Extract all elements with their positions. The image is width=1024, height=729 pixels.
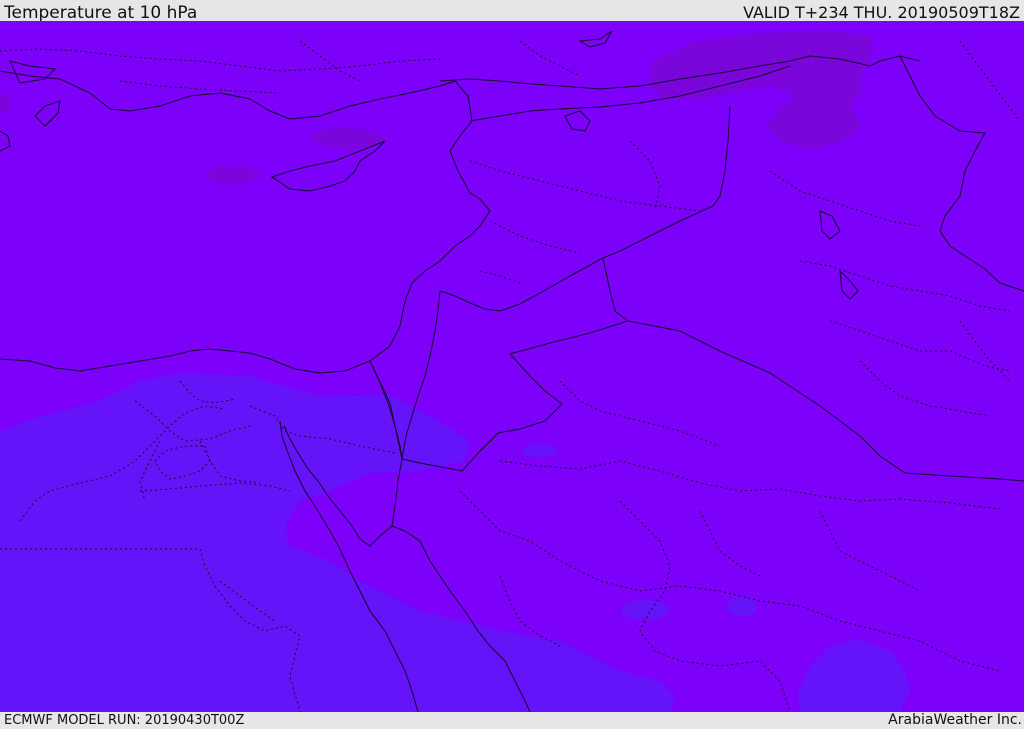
temperature-map[interactable] xyxy=(0,21,1024,712)
temperature-field-warm-blob xyxy=(312,128,382,148)
brand-credit: ArabiaWeather Inc. xyxy=(888,712,1022,728)
temperature-field-cool-blob xyxy=(621,600,669,620)
map-canvas xyxy=(0,21,1024,712)
model-run: ECMWF MODEL RUN: 20190430T00Z xyxy=(4,713,245,728)
temperature-field-cool-blob xyxy=(727,596,757,616)
valid-time: VALID T+234 THU. 20190509T18Z xyxy=(743,3,1020,22)
footer-bar: ECMWF MODEL RUN: 20190430T00Z ArabiaWeat… xyxy=(0,712,1024,729)
map-title: Temperature at 10 hPa xyxy=(4,3,198,23)
header-bar: Temperature at 10 hPa VALID T+234 THU. 2… xyxy=(0,0,1024,23)
temperature-field-warm-blob xyxy=(204,167,260,183)
temperature-field-cool-blob xyxy=(522,445,558,457)
